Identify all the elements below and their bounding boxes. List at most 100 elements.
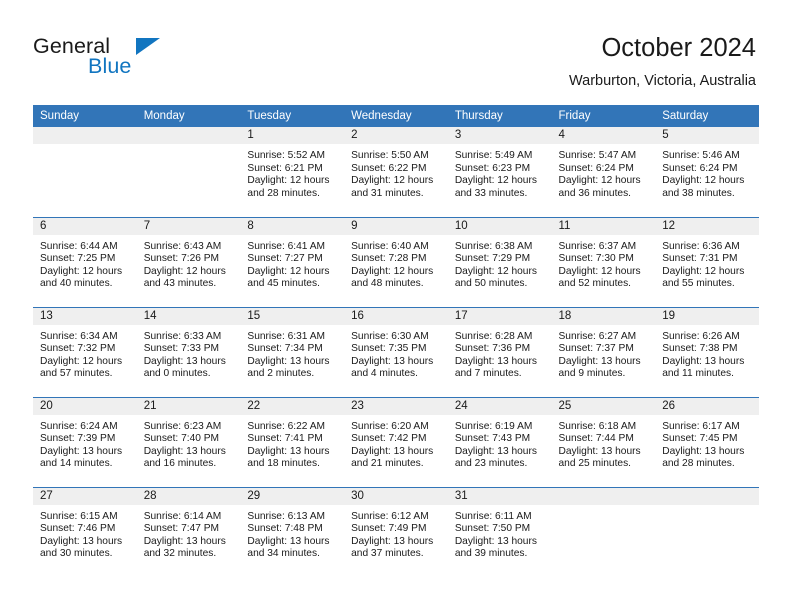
calendar-day-cell[interactable]: 25 Sunrise: 6:18 AM Sunset: 7:44 PM Dayligh… — [551, 396, 656, 487]
calendar-day-cell[interactable]: 29 Sunrise: 6:13 AM Sunset: 7:48 PM Dayligh… — [240, 486, 345, 577]
calendar-day-cell[interactable]: 16 Sunrise: 6:30 AM Sunset: 7:35 PM Dayligh… — [344, 306, 448, 397]
calendar-day-cell-empty — [33, 127, 137, 217]
daylight-duration-line2: and 11 minutes. — [662, 368, 734, 380]
sunrise-time: Sunrise: 6:18 AM — [558, 420, 637, 432]
sunrise-time: Sunrise: 5:46 AM — [662, 150, 740, 161]
sunrise-time: Sunrise: 5:52 AM — [247, 150, 325, 161]
calendar-day-cell[interactable]: 10 Sunrise: 6:38 AM Sunset: 7:29 PM Dayligh… — [447, 216, 552, 307]
sunrise-time: Sunrise: 6:40 AM — [351, 240, 429, 252]
sunset-time: Sunset: 7:34 PM — [247, 343, 323, 355]
calendar-day-cell[interactable]: 24 Sunrise: 6:19 AM Sunset: 7:43 PM Dayligh… — [447, 396, 552, 487]
weekday-header-saturday: Saturday — [655, 105, 759, 127]
calendar-day-cell[interactable]: 3 Sunrise: 5:49 AM Sunset: 6:23 PM Daylight… — [447, 127, 552, 217]
calendar-header-row-group: Sunday Monday Tuesday Wednesday Thursday… — [33, 105, 759, 127]
daylight-duration-line2: and 9 minutes. — [558, 368, 626, 380]
daylight-duration-line2: and 48 minutes. — [351, 278, 424, 290]
day-cell-details: Sunrise: 6:43 AM Sunset: 7:26 PM Daylight:… — [137, 235, 241, 291]
daylight-duration-line1: Daylight: 12 hours — [454, 265, 537, 277]
calendar-day-cell[interactable]: 4 Sunrise: 5:47 AM Sunset: 6:24 PM Daylight… — [551, 127, 656, 217]
sunrise-time: Sunrise: 6:17 AM — [662, 420, 740, 432]
calendar-day-cell[interactable]: 12 Sunrise: 6:36 AM Sunset: 7:31 PM Dayligh… — [655, 216, 759, 307]
general-blue-logo[interactable]: General Blue — [33, 35, 233, 86]
calendar-day-cell[interactable]: 8 Sunrise: 6:41 AM Sunset: 7:27 PM Daylight… — [240, 216, 345, 307]
day-cell-details: Sunrise: 6:22 AM Sunset: 7:41 PM Daylight:… — [240, 415, 344, 471]
sunset-time: Sunset: 7:46 PM — [40, 523, 116, 535]
sunrise-time: Sunrise: 6:38 AM — [454, 240, 533, 252]
logo-text-blue: Blue — [88, 54, 132, 78]
sunset-time: Sunset: 6:21 PM — [247, 162, 323, 174]
calendar-day-cell[interactable]: 9 Sunrise: 6:40 AM Sunset: 7:28 PM Daylight… — [344, 216, 448, 307]
day-cell-details: Sunrise: 6:19 AM Sunset: 7:43 PM Daylight:… — [448, 415, 552, 471]
day-number: 27 — [33, 487, 137, 505]
daylight-duration-line2: and 40 minutes. — [40, 278, 113, 290]
day-number: 20 — [33, 397, 137, 415]
calendar-day-cell[interactable]: 15 Sunrise: 6:31 AM Sunset: 7:34 PM Dayligh… — [240, 306, 345, 397]
calendar-day-cell[interactable]: 18 Sunrise: 6:27 AM Sunset: 7:37 PM Dayligh… — [551, 306, 656, 397]
calendar-day-cell[interactable]: 5 Sunrise: 5:46 AM Sunset: 6:24 PM Daylight… — [655, 127, 759, 217]
day-cell-details: Sunrise: 6:11 AM Sunset: 7:50 PM Daylight:… — [448, 505, 552, 561]
day-cell-details: Sunrise: 6:38 AM Sunset: 7:29 PM Daylight:… — [448, 235, 552, 291]
page-subtitle-location: Warburton, Victoria, Australia — [569, 72, 756, 89]
calendar-day-cell[interactable]: 28 Sunrise: 6:14 AM Sunset: 7:47 PM Dayligh… — [136, 486, 241, 577]
calendar-day-cell[interactable]: 31 Sunrise: 6:11 AM Sunset: 7:50 PM Dayligh… — [447, 486, 552, 577]
calendar-day-cell-empty — [655, 486, 759, 577]
day-number: 10 — [447, 217, 552, 235]
daylight-duration-line1: Daylight: 12 hours — [454, 175, 537, 187]
day-number: 21 — [136, 397, 241, 415]
calendar-day-cell-empty — [136, 127, 241, 217]
calendar-day-cell[interactable]: 17 Sunrise: 6:28 AM Sunset: 7:36 PM Dayligh… — [447, 306, 552, 397]
day-number: 26 — [655, 397, 759, 415]
day-number: 17 — [447, 307, 552, 325]
day-cell-details: Sunrise: 6:33 AM Sunset: 7:33 PM Daylight:… — [137, 325, 241, 381]
day-cell-details: Sunrise: 6:41 AM Sunset: 7:27 PM Daylight:… — [240, 235, 344, 291]
day-number: 7 — [136, 217, 241, 235]
calendar-day-cell[interactable]: 11 Sunrise: 6:37 AM Sunset: 7:30 PM Dayligh… — [551, 216, 656, 307]
sunrise-time: Sunrise: 6:20 AM — [351, 420, 429, 432]
daylight-duration-line1: Daylight: 12 hours — [143, 265, 226, 277]
calendar-day-cell[interactable]: 2 Sunrise: 5:50 AM Sunset: 6:22 PM Daylight… — [344, 127, 448, 217]
day-number: 8 — [240, 217, 345, 235]
sunrise-time: Sunrise: 6:28 AM — [454, 330, 533, 342]
calendar-day-cell[interactable]: 23 Sunrise: 6:20 AM Sunset: 7:42 PM Dayligh… — [344, 396, 448, 487]
calendar-week-row: 27 Sunrise: 6:15 AM Sunset: 7:46 PM Dayligh… — [33, 486, 759, 577]
sunset-time: Sunset: 7:29 PM — [454, 253, 531, 265]
calendar-day-cell[interactable]: 6 Sunrise: 6:44 AM Sunset: 7:25 PM Daylight… — [33, 216, 137, 307]
daylight-duration-line1: Daylight: 13 hours — [454, 445, 537, 457]
calendar-day-cell[interactable]: 7 Sunrise: 6:43 AM Sunset: 7:26 PM Daylight… — [136, 216, 241, 307]
daylight-duration-line1: Daylight: 13 hours — [558, 445, 641, 457]
day-cell-details: Sunrise: 6:17 AM Sunset: 7:45 PM Daylight:… — [655, 415, 759, 471]
calendar-day-cell[interactable]: 20 Sunrise: 6:24 AM Sunset: 7:39 PM Dayligh… — [33, 396, 137, 487]
day-cell-details: Sunrise: 6:18 AM Sunset: 7:44 PM Daylight:… — [552, 415, 656, 471]
calendar-week-row: 20 Sunrise: 6:24 AM Sunset: 7:39 PM Dayligh… — [33, 396, 759, 487]
calendar-day-cell[interactable]: 19 Sunrise: 6:26 AM Sunset: 7:38 PM Dayligh… — [655, 306, 759, 397]
sunset-time: Sunset: 6:24 PM — [662, 162, 738, 174]
calendar-day-cell[interactable]: 13 Sunrise: 6:34 AM Sunset: 7:32 PM Dayligh… — [33, 306, 137, 397]
sunset-time: Sunset: 7:38 PM — [662, 343, 738, 355]
weekday-header-row: Sunday Monday Tuesday Wednesday Thursday… — [33, 105, 759, 127]
daylight-duration-line2: and 31 minutes. — [351, 187, 424, 199]
day-number — [551, 487, 656, 505]
calendar-day-cell[interactable]: 30 Sunrise: 6:12 AM Sunset: 7:49 PM Dayligh… — [344, 486, 448, 577]
sunset-time: Sunset: 6:22 PM — [351, 162, 427, 174]
sunset-time: Sunset: 7:25 PM — [40, 253, 116, 265]
calendar-day-cell[interactable]: 22 Sunrise: 6:22 AM Sunset: 7:41 PM Dayligh… — [240, 396, 345, 487]
calendar-day-cell[interactable]: 1 Sunrise: 5:52 AM Sunset: 6:21 PM Daylight… — [240, 127, 345, 217]
sunrise-time: Sunrise: 5:47 AM — [558, 150, 637, 161]
daylight-duration-line2: and 55 minutes. — [662, 278, 735, 290]
daylight-duration-line2: and 34 minutes. — [247, 548, 320, 560]
sunrise-time: Sunrise: 6:14 AM — [143, 510, 222, 522]
sunset-time: Sunset: 7:41 PM — [247, 433, 323, 445]
calendar-day-cell[interactable]: 27 Sunrise: 6:15 AM Sunset: 7:46 PM Dayligh… — [33, 486, 137, 577]
day-number: 13 — [33, 307, 137, 325]
day-number: 23 — [344, 397, 448, 415]
daylight-duration-line2: and 43 minutes. — [143, 278, 217, 290]
calendar-day-cell[interactable]: 21 Sunrise: 6:23 AM Sunset: 7:40 PM Dayligh… — [136, 396, 241, 487]
sunrise-time: Sunrise: 6:22 AM — [247, 420, 325, 432]
day-cell-details: Sunrise: 6:14 AM Sunset: 7:47 PM Daylight:… — [137, 505, 241, 561]
daylight-duration-line1: Daylight: 12 hours — [662, 175, 745, 187]
sunrise-time: Sunrise: 5:50 AM — [351, 150, 429, 161]
sunrise-time: Sunrise: 6:27 AM — [558, 330, 637, 342]
calendar-day-cell[interactable]: 26 Sunrise: 6:17 AM Sunset: 7:45 PM Dayligh… — [655, 396, 759, 487]
sunset-time: Sunset: 7:40 PM — [143, 433, 220, 445]
calendar-day-cell[interactable]: 14 Sunrise: 6:33 AM Sunset: 7:33 PM Dayligh… — [136, 306, 241, 397]
